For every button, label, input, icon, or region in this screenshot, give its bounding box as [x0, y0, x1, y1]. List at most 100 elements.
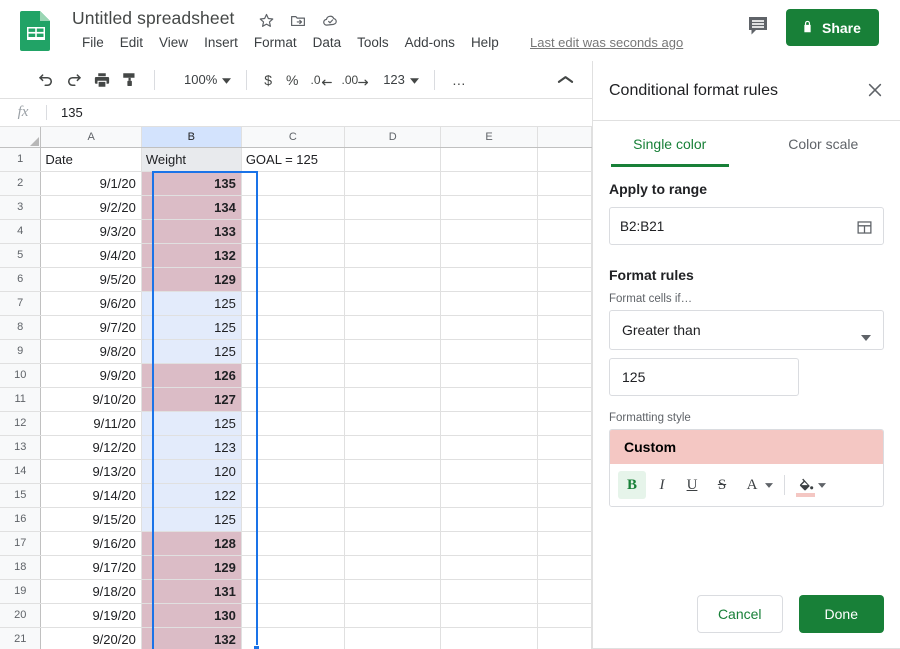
menu-help[interactable]: Help: [463, 33, 507, 52]
formula-input[interactable]: 135: [47, 105, 83, 120]
more-options-button[interactable]: …: [445, 72, 474, 88]
cell-e[interactable]: [440, 219, 538, 244]
cell-c[interactable]: [241, 219, 345, 244]
row-header[interactable]: 21: [0, 627, 42, 649]
cell-c[interactable]: [241, 507, 345, 532]
cell-d[interactable]: [344, 171, 442, 196]
percent-format-button[interactable]: %: [279, 72, 305, 88]
cell-e[interactable]: [440, 243, 538, 268]
cell-c[interactable]: [241, 171, 345, 196]
cell-b[interactable]: 125: [141, 315, 242, 340]
row-header[interactable]: 10: [0, 363, 42, 388]
menu-edit[interactable]: Edit: [112, 33, 151, 52]
cell-a[interactable]: 9/5/20: [40, 267, 142, 292]
print-icon[interactable]: [88, 67, 116, 93]
cell-a[interactable]: 9/2/20: [40, 195, 142, 220]
cell-e[interactable]: [440, 291, 538, 316]
cell-b[interactable]: 120: [141, 459, 242, 484]
row-header[interactable]: 11: [0, 387, 42, 412]
cell-c[interactable]: [241, 195, 345, 220]
cell-d[interactable]: [344, 483, 442, 508]
cell-e[interactable]: [440, 531, 538, 556]
cell-c[interactable]: [241, 291, 345, 316]
cancel-button[interactable]: Cancel: [696, 595, 783, 633]
cell-c[interactable]: GOAL = 125: [241, 147, 345, 172]
cell-a[interactable]: 9/8/20: [40, 339, 142, 364]
fill-color-button[interactable]: [793, 471, 819, 499]
row-header[interactable]: 15: [0, 483, 42, 508]
fill-color-chevron-icon[interactable]: [818, 480, 826, 490]
cell-e[interactable]: [440, 171, 538, 196]
cell-e[interactable]: [440, 195, 538, 220]
cell-f[interactable]: [537, 219, 592, 244]
cell-c[interactable]: [241, 411, 345, 436]
cell-e[interactable]: [440, 507, 538, 532]
column-header-d[interactable]: D: [344, 127, 442, 148]
cell-a[interactable]: 9/10/20: [40, 387, 142, 412]
cell-a[interactable]: 9/13/20: [40, 459, 142, 484]
cell-b[interactable]: 125: [141, 291, 242, 316]
tab-color-scale[interactable]: Color scale: [747, 121, 900, 167]
cell-b[interactable]: 125: [141, 411, 242, 436]
cell-b[interactable]: 126: [141, 363, 242, 388]
cell-b[interactable]: Weight: [141, 147, 242, 172]
row-header[interactable]: 6: [0, 267, 42, 292]
cell-f[interactable]: [537, 627, 592, 649]
cell-a[interactable]: 9/18/20: [40, 579, 142, 604]
cell-f[interactable]: [537, 411, 592, 436]
cell-a[interactable]: 9/15/20: [40, 507, 142, 532]
cell-e[interactable]: [440, 579, 538, 604]
cell-e[interactable]: [440, 267, 538, 292]
cell-a[interactable]: 9/19/20: [40, 603, 142, 628]
cell-d[interactable]: [344, 555, 442, 580]
cell-d[interactable]: [344, 147, 442, 172]
cell-f[interactable]: [537, 291, 592, 316]
comment-history-icon[interactable]: [746, 14, 770, 43]
cell-b[interactable]: 134: [141, 195, 242, 220]
cell-d[interactable]: [344, 339, 442, 364]
row-header[interactable]: 13: [0, 435, 42, 460]
cell-c[interactable]: [241, 435, 345, 460]
cell-c[interactable]: [241, 267, 345, 292]
italic-button[interactable]: I: [648, 471, 676, 499]
cell-c[interactable]: [241, 603, 345, 628]
cell-f[interactable]: [537, 459, 592, 484]
increase-decimal-button[interactable]: .00: [337, 73, 375, 87]
cell-c[interactable]: [241, 531, 345, 556]
cell-b[interactable]: 125: [141, 507, 242, 532]
row-header[interactable]: 12: [0, 411, 42, 436]
cell-f[interactable]: [537, 387, 592, 412]
menu-insert[interactable]: Insert: [196, 33, 246, 52]
cell-f[interactable]: [537, 507, 592, 532]
row-header[interactable]: 3: [0, 195, 42, 220]
cell-d[interactable]: [344, 291, 442, 316]
cell-f[interactable]: [537, 483, 592, 508]
column-header-c[interactable]: C: [241, 127, 345, 148]
condition-select[interactable]: Greater than: [609, 310, 884, 350]
row-header[interactable]: 16: [0, 507, 42, 532]
cell-d[interactable]: [344, 627, 442, 649]
cell-a[interactable]: 9/7/20: [40, 315, 142, 340]
cell-b[interactable]: 130: [141, 603, 242, 628]
row-header[interactable]: 7: [0, 291, 42, 316]
select-range-icon[interactable]: [856, 219, 873, 239]
cell-a[interactable]: 9/14/20: [40, 483, 142, 508]
move-to-folder-icon[interactable]: [289, 12, 307, 29]
cell-b[interactable]: 127: [141, 387, 242, 412]
cell-a[interactable]: 9/16/20: [40, 531, 142, 556]
column-header-f[interactable]: [537, 127, 592, 148]
star-icon[interactable]: [258, 12, 275, 29]
cell-c[interactable]: [241, 387, 345, 412]
menu-format[interactable]: Format: [246, 33, 305, 52]
row-header[interactable]: 9: [0, 339, 42, 364]
close-icon[interactable]: [866, 81, 884, 104]
cell-d[interactable]: [344, 387, 442, 412]
paint-format-icon[interactable]: [116, 67, 144, 93]
cell-f[interactable]: [537, 603, 592, 628]
cloud-saved-icon[interactable]: [321, 12, 340, 29]
cell-d[interactable]: [344, 195, 442, 220]
text-color-button[interactable]: A: [738, 471, 766, 499]
cell-b[interactable]: 133: [141, 219, 242, 244]
condition-value-input[interactable]: 125: [609, 358, 799, 396]
bold-button[interactable]: B: [618, 471, 646, 499]
